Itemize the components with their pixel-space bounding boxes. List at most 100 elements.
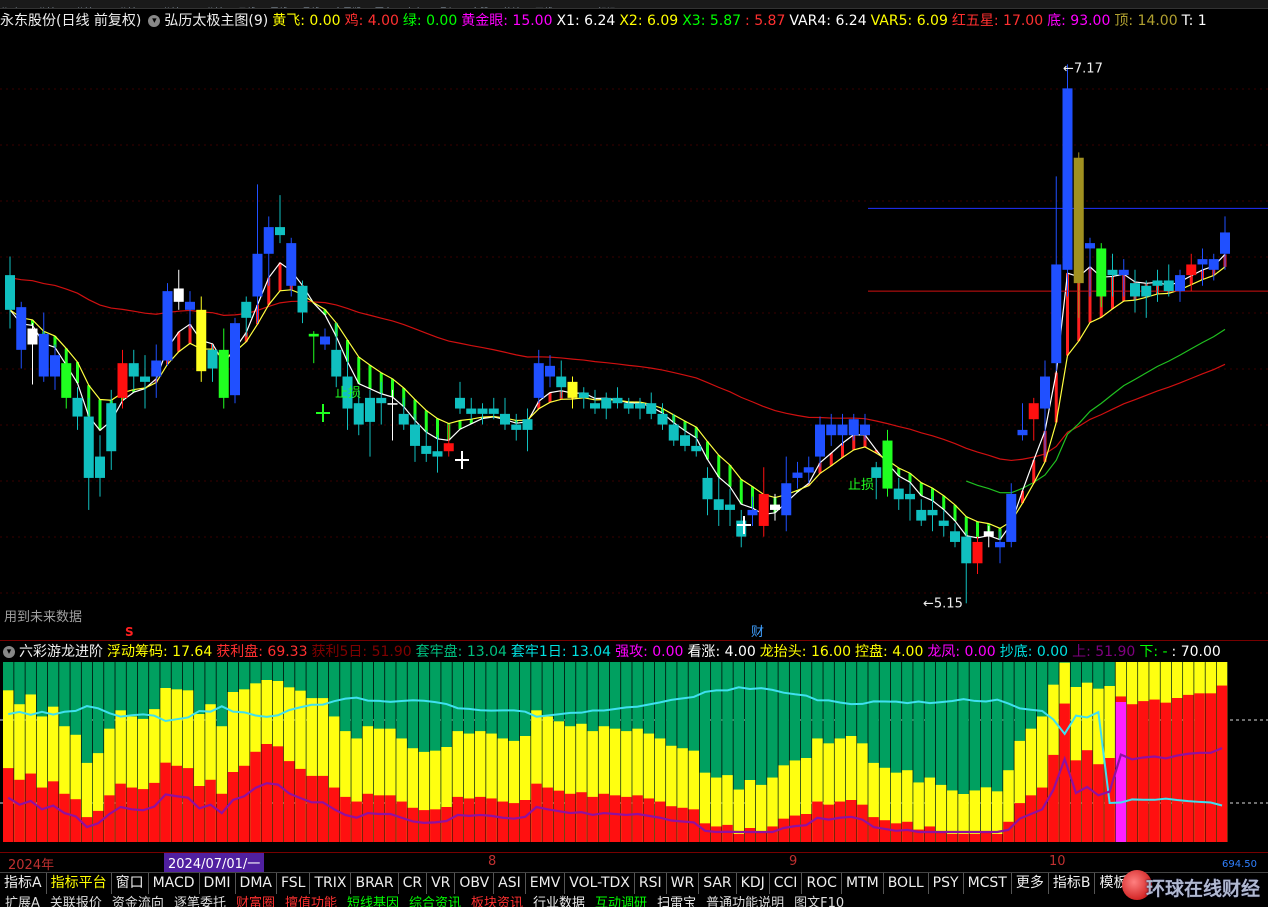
tab-6[interactable]: FSL <box>277 873 311 895</box>
candle-body <box>16 307 27 350</box>
tab-22[interactable]: BOLL <box>884 873 929 895</box>
candle-body <box>837 424 848 436</box>
chip-bar-profit <box>396 801 407 842</box>
candle-body <box>983 531 994 537</box>
stock-title[interactable]: 永东股份(日线 前复权) <box>0 13 141 29</box>
chip-bar-profit <box>1081 750 1093 842</box>
tab-19[interactable]: CCI <box>770 873 803 895</box>
chip-bar-profit <box>1126 704 1138 842</box>
tab-21[interactable]: MTM <box>842 873 884 895</box>
tab-13[interactable]: EMV <box>526 873 566 895</box>
tab-14[interactable]: VOL-TDX <box>565 873 635 895</box>
tab-16[interactable]: WR <box>667 873 700 895</box>
candle-body <box>668 424 679 441</box>
tab-20[interactable]: ROC <box>802 873 842 895</box>
indicator-value: 下: - <box>1139 644 1167 660</box>
value-label: 绿 <box>402 13 417 29</box>
tab-0[interactable]: 指标A <box>0 873 47 895</box>
chip-bar-profit <box>441 807 452 842</box>
chip-bar-profit <box>924 826 936 842</box>
candle-body <box>590 403 600 409</box>
indicator-value: 套牢1日: 13.04 <box>511 644 611 660</box>
sub-indicator-name[interactable]: 六彩游龙进阶 <box>19 644 103 660</box>
tab-1[interactable]: 指标平台 <box>47 873 112 895</box>
value-label: 套牢盘 <box>415 644 458 660</box>
tab-9[interactable]: CR <box>399 873 428 895</box>
indicator-value: VAR4: 6.24 <box>789 13 866 29</box>
chip-bar-profit <box>25 773 36 842</box>
candle-body <box>1220 232 1230 254</box>
tab-8[interactable]: BRAR <box>351 873 399 895</box>
value-number: 6.24 <box>579 13 616 29</box>
tab-15[interactable]: RSI <box>635 873 667 895</box>
value-label: 红五星 <box>951 13 994 29</box>
tab-24[interactable]: MCST <box>964 873 1012 895</box>
candle-body <box>218 349 229 398</box>
tab-2[interactable]: 资金流向 <box>107 894 169 907</box>
tab-12[interactable]: ASI <box>494 873 526 895</box>
chip-bar-profit <box>407 807 419 842</box>
candle-body <box>421 445 432 454</box>
tab-9[interactable]: 行业数据 <box>528 894 590 907</box>
tab-4[interactable]: DMI <box>200 873 236 895</box>
candle-body <box>725 504 735 510</box>
candle-body <box>443 443 454 452</box>
month-label-10: 10 <box>1049 854 1066 869</box>
chip-bar-profit <box>980 832 992 842</box>
tab-1[interactable]: 关联报价 <box>45 894 107 907</box>
tab-8[interactable]: 板块资讯 <box>466 894 528 907</box>
chevron-down-icon[interactable]: ▾ <box>3 646 15 658</box>
tab-10[interactable]: VR <box>427 873 456 895</box>
candle-body <box>432 451 443 457</box>
chip-bar-profit <box>609 795 621 842</box>
tab-7[interactable]: 综合资讯 <box>404 894 466 907</box>
month-label-9: 9 <box>789 854 798 869</box>
tab-25[interactable]: 更多 <box>1012 873 1049 895</box>
tab-12[interactable]: 普通功能说明 <box>701 894 789 907</box>
tab-5[interactable]: DMA <box>236 873 277 895</box>
tab-2[interactable]: 窗口 <box>112 873 149 895</box>
candle-body <box>83 416 94 478</box>
chip-bar-profit <box>250 751 261 842</box>
value-number: 69.33 <box>262 644 308 660</box>
tab-11[interactable]: OBV <box>455 873 495 895</box>
tab-17[interactable]: SAR <box>699 873 737 895</box>
chip-bar-profit <box>879 820 891 842</box>
sub-indicator-chart[interactable] <box>0 662 1268 852</box>
value-number: 6.09 <box>642 13 679 29</box>
tab-6[interactable]: 短线基因 <box>342 894 404 907</box>
chevron-down-icon[interactable]: ▾ <box>148 15 161 27</box>
chip-bar-profit <box>463 798 475 842</box>
value-label: 龙凤 <box>927 644 956 660</box>
chip-bar-profit <box>969 834 981 842</box>
indicator-name[interactable]: 弘历太极主图(9) <box>164 13 268 29</box>
month-label-8: 8 <box>488 854 497 869</box>
tab-23[interactable]: PSY <box>929 873 964 895</box>
candle-body <box>961 536 972 564</box>
tab-26[interactable]: 指标B <box>1049 873 1096 895</box>
tab-4[interactable]: 财富圈 <box>231 894 280 907</box>
indicator-value: X3: 5.87 <box>682 13 741 29</box>
candle-body <box>792 472 803 478</box>
tab-10[interactable]: 互动调研 <box>590 894 652 907</box>
value-number: 13.04 <box>566 644 612 660</box>
chip-bar-profit <box>800 814 812 842</box>
tab-7[interactable]: TRIX <box>310 873 352 895</box>
candle-body <box>1028 403 1039 420</box>
tab-11[interactable]: 扫雷宝 <box>652 894 701 907</box>
tab-3[interactable]: 逐笔委托 <box>169 894 231 907</box>
candle-body <box>1141 285 1152 297</box>
value-number: 5.87 <box>749 13 786 29</box>
tab-3[interactable]: MACD <box>149 873 200 895</box>
candle-body <box>50 355 60 377</box>
tab-5[interactable]: 擅值功能 <box>280 894 342 907</box>
main-price-chart[interactable]: ←7.17←5.15止损止损用到未来数据S 财 <box>0 33 1268 640</box>
chip-bar-profit <box>1093 764 1104 842</box>
tab-0[interactable]: 扩展A <box>0 894 45 907</box>
tab-18[interactable]: KDJ <box>737 873 770 895</box>
menu-strip[interactable]: 分时1分钟5分钟15分钟30分钟60分钟日线周线月线多周期更多复权叠加多股统计画… <box>0 0 1268 9</box>
chip-bar-profit <box>643 798 655 842</box>
tab-13[interactable]: 图文F10 <box>789 894 849 907</box>
value-number: 93.00 <box>1065 13 1111 29</box>
stop-loss-label: 止损 <box>335 386 361 401</box>
